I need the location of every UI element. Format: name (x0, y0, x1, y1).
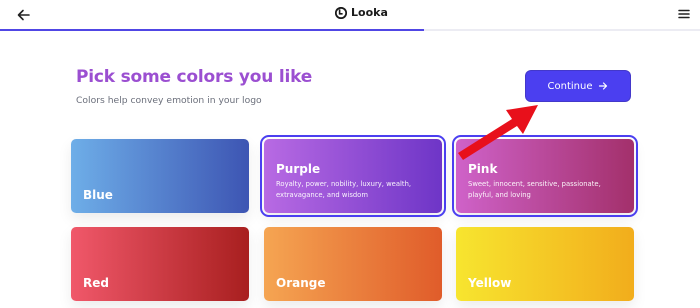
color-card-purple[interactable]: Purple Royalty, power, nobility, luxury,… (260, 135, 446, 217)
color-card-title: Orange (276, 276, 326, 290)
color-card-title: Yellow (468, 276, 512, 290)
color-card-description: Sweet, innocent, sensitive, passionate, … (468, 180, 601, 200)
back-button[interactable] (14, 6, 34, 24)
color-card-yellow[interactable]: Yellow (456, 227, 634, 301)
continue-button[interactable]: Continue (526, 71, 630, 101)
color-card-title: Pink (468, 162, 498, 176)
brand-name: Looka (351, 6, 388, 19)
arrow-right-icon (599, 82, 608, 90)
color-card-title: Blue (83, 188, 113, 202)
color-card-pink[interactable]: Pink Sweet, innocent, sensitive, passion… (452, 135, 638, 217)
color-card-description: Royalty, power, nobility, luxury, wealth… (276, 180, 412, 200)
page-title: Pick some colors you like (76, 67, 313, 87)
menu-button[interactable] (676, 6, 692, 22)
top-bar: Looka (0, 0, 700, 31)
page-subtitle: Colors help convey emotion in your logo (76, 95, 262, 106)
color-card-title: Purple (276, 162, 321, 176)
continue-button-label: Continue (547, 80, 593, 92)
color-card-red[interactable]: Red (71, 227, 249, 301)
looka-logo-icon (335, 6, 347, 19)
color-card-title: Red (83, 276, 109, 290)
hamburger-menu-icon (678, 9, 690, 19)
progress-bar-fill (0, 29, 424, 31)
color-card-blue[interactable]: Blue (71, 139, 249, 213)
arrow-left-icon (17, 9, 30, 21)
brand-logo[interactable]: Looka (335, 6, 388, 19)
progress-bar (0, 29, 700, 31)
color-card-orange[interactable]: Orange (264, 227, 442, 301)
